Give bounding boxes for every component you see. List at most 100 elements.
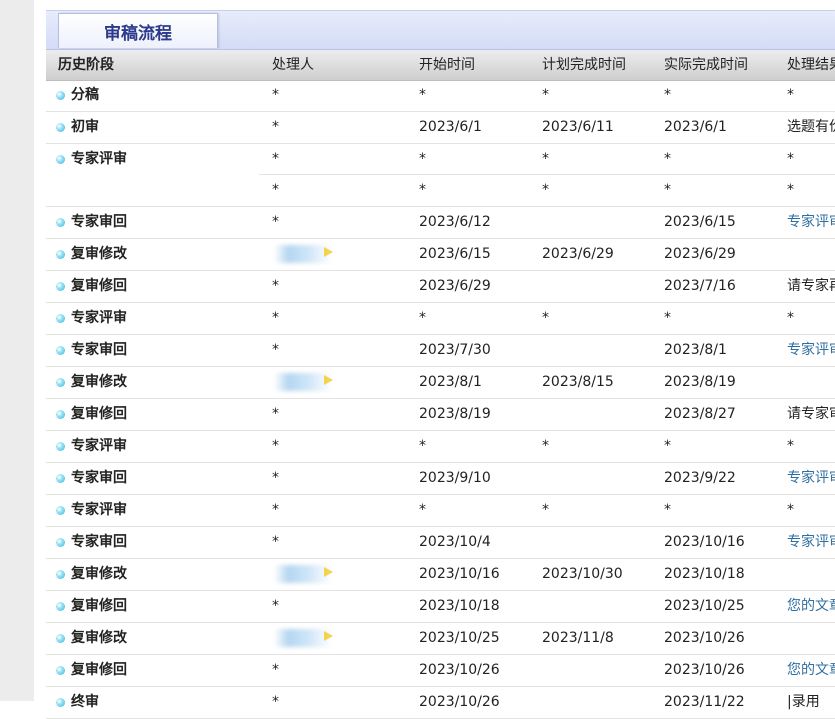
planned-finish-cell: * bbox=[542, 87, 549, 103]
stage-bullet-icon bbox=[56, 698, 65, 707]
handler-cell: * bbox=[272, 87, 279, 103]
stage-cell: 专家审回 bbox=[71, 534, 127, 550]
stage-bullet-icon bbox=[56, 314, 65, 323]
start-time-cell: 2023/9/10 bbox=[419, 470, 491, 486]
actual-finish-cell: 2023/10/25 bbox=[664, 598, 745, 614]
tab-bar: 审稿流程 bbox=[46, 10, 835, 50]
handler-cell: * bbox=[272, 119, 279, 135]
handler-cell: * bbox=[272, 662, 279, 678]
table-row: 终审 * 2023/10/26 2023/11/22 |录用 bbox=[46, 687, 835, 719]
start-time-cell: * bbox=[419, 502, 426, 518]
header-result: 处理结果 bbox=[787, 57, 835, 73]
stage-cell: 复审修改 bbox=[71, 246, 127, 262]
table-row: 分稿 * * * * * bbox=[46, 80, 835, 112]
result-link[interactable]: 专家评审意见 bbox=[787, 463, 835, 494]
start-time-cell: 2023/6/1 bbox=[419, 119, 482, 135]
actual-finish-cell: * bbox=[664, 182, 671, 198]
start-time-cell: 2023/8/1 bbox=[419, 374, 482, 390]
pencil-icon bbox=[324, 631, 333, 641]
stage-bullet-icon bbox=[56, 442, 65, 451]
start-time-cell: * bbox=[419, 87, 426, 103]
header-start-time: 开始时间 bbox=[419, 57, 475, 73]
pencil-icon bbox=[324, 375, 333, 385]
handler-cell: * bbox=[272, 214, 279, 230]
header-stage: 历史阶段 bbox=[58, 57, 114, 73]
actual-finish-cell: * bbox=[664, 502, 671, 518]
start-time-cell: 2023/8/19 bbox=[419, 406, 491, 422]
pencil-icon bbox=[324, 247, 333, 257]
actual-finish-cell: 2023/10/26 bbox=[664, 662, 745, 678]
start-time-cell: 2023/10/26 bbox=[419, 694, 500, 710]
actual-finish-cell: 2023/9/22 bbox=[664, 470, 736, 486]
start-time-cell: 2023/6/29 bbox=[419, 278, 491, 294]
history-table-body: 分稿 * * * * * 初审 * 2023/6/1 2023/6/11 2023/6/1 选题有价值… bbox=[46, 80, 835, 719]
stage-cell: 专家评审 bbox=[71, 310, 127, 326]
stage-cell: 专家评审 bbox=[71, 502, 127, 518]
handler-cell: * bbox=[272, 310, 279, 326]
start-time-cell: * bbox=[419, 182, 426, 198]
stage-cell: 复审修改 bbox=[71, 566, 127, 582]
table-row: 复审修改 2023/6/15 2023/6/29 2023/6/29 bbox=[46, 239, 835, 271]
table-row: 专家评审 * * * * * bbox=[46, 495, 835, 527]
stage-cell: 分稿 bbox=[71, 87, 99, 103]
result-link[interactable]: 专家评审意见 bbox=[787, 527, 835, 558]
table-row: * * * * * bbox=[46, 175, 835, 207]
handler-cell: * bbox=[272, 182, 279, 198]
result-link[interactable]: 您的文章 bbox=[787, 591, 835, 622]
result-cell: * bbox=[787, 182, 794, 198]
handler-cell: * bbox=[272, 502, 279, 518]
handler-cell: * bbox=[272, 438, 279, 454]
result-link[interactable]: 专家评审意见 bbox=[787, 335, 835, 366]
result-cell: 请专家审 bbox=[787, 406, 835, 422]
start-time-cell: * bbox=[419, 438, 426, 454]
planned-finish-cell: 2023/10/30 bbox=[542, 566, 623, 582]
planned-finish-cell: * bbox=[542, 438, 549, 454]
planned-finish-cell: 2023/11/8 bbox=[542, 630, 614, 646]
result-cell: * bbox=[787, 502, 794, 518]
tab-review-process[interactable]: 审稿流程 bbox=[58, 13, 218, 48]
handler-cell: * bbox=[272, 470, 279, 486]
start-time-cell: 2023/10/4 bbox=[419, 534, 491, 550]
handler-cell: * bbox=[272, 534, 279, 550]
planned-finish-cell: * bbox=[542, 502, 549, 518]
stage-bullet-icon bbox=[56, 410, 65, 419]
table-row: 专家评审 * * * * * bbox=[46, 431, 835, 463]
stage-cell: 专家审回 bbox=[71, 470, 127, 486]
actual-finish-cell: * bbox=[664, 151, 671, 167]
stage-cell: 复审修回 bbox=[71, 278, 127, 294]
stage-bullet-icon bbox=[56, 666, 65, 675]
pencil-icon bbox=[324, 567, 333, 577]
table-row: 复审修改 2023/8/1 2023/8/15 2023/8/19 bbox=[46, 367, 835, 399]
stage-cell: 终审 bbox=[71, 694, 99, 710]
result-link[interactable]: 您的文章 bbox=[787, 655, 835, 686]
table-row: 复审修回 * 2023/8/19 2023/8/27 请专家审 bbox=[46, 399, 835, 431]
stage-cell: 复审修改 bbox=[71, 374, 127, 390]
table-row: 复审修回 * 2023/10/18 2023/10/25 您的文章 bbox=[46, 591, 835, 623]
actual-finish-cell: 2023/10/18 bbox=[664, 566, 745, 582]
result-link[interactable]: 专家评审意见 bbox=[787, 207, 835, 238]
actual-finish-cell: 2023/10/16 bbox=[664, 534, 745, 550]
handler-cell: * bbox=[272, 278, 279, 294]
stage-bullet-icon bbox=[56, 602, 65, 611]
stage-cell: 复审修改 bbox=[71, 630, 127, 646]
result-cell: * bbox=[787, 310, 794, 326]
planned-finish-cell: 2023/6/11 bbox=[542, 119, 614, 135]
stage-bullet-icon bbox=[56, 474, 65, 483]
result-cell: 请专家再审 bbox=[787, 278, 835, 294]
stage-cell: 专家评审 bbox=[71, 151, 127, 167]
planned-finish-cell: 2023/6/29 bbox=[542, 246, 614, 262]
result-cell: 选题有价值 bbox=[787, 119, 835, 135]
review-process-panel: 审稿流程 历史阶段 处理人 开始时间 计划完成时间 实际完成时间 处理结果 分稿… bbox=[46, 0, 835, 719]
actual-finish-cell: 2023/10/26 bbox=[664, 630, 745, 646]
table-row: 专家评审 * * * * * bbox=[46, 303, 835, 335]
stage-cell: 专家审回 bbox=[71, 214, 127, 230]
stage-cell: 专家评审 bbox=[71, 438, 127, 454]
table-row: 复审修改 2023/10/25 2023/11/8 2023/10/26 bbox=[46, 623, 835, 655]
planned-finish-cell: 2023/8/15 bbox=[542, 374, 614, 390]
handler-cell: * bbox=[272, 151, 279, 167]
handler-cell: * bbox=[272, 342, 279, 358]
table-row: 复审修回 * 2023/10/26 2023/10/26 您的文章 bbox=[46, 655, 835, 687]
actual-finish-cell: 2023/8/27 bbox=[664, 406, 736, 422]
table-row: 专家审回 * 2023/6/12 2023/6/15 专家评审意见 bbox=[46, 207, 835, 239]
stage-bullet-icon bbox=[56, 538, 65, 547]
